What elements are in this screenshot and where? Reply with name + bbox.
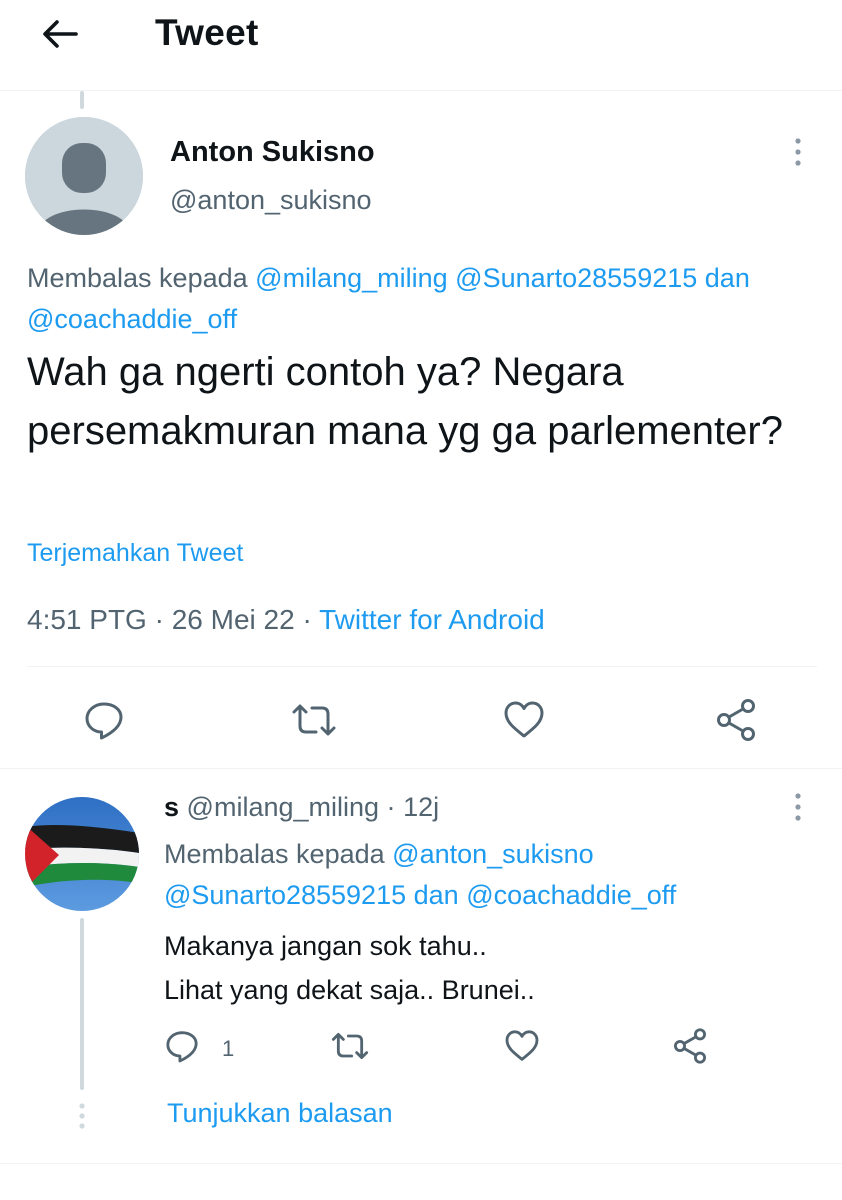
thread-dots: [78, 1102, 86, 1132]
tweet-date: 26 Mei 22: [171, 604, 295, 635]
more-vertical-icon: [795, 138, 801, 166]
like-button[interactable]: [500, 696, 548, 744]
retweet-icon: [292, 704, 336, 736]
share-icon: [717, 699, 755, 741]
meta-separator: ·: [154, 604, 164, 635]
reply-like-button[interactable]: [502, 1026, 542, 1066]
translate-tweet-link[interactable]: Terjemahkan Tweet: [27, 539, 243, 568]
more-vertical-icon: [795, 793, 801, 821]
mention-link[interactable]: @Sunarto28559215: [164, 880, 406, 910]
like-icon: [504, 701, 544, 738]
page-title: Tweet: [155, 12, 259, 53]
reply-author-avatar[interactable]: [25, 797, 139, 911]
mention-link[interactable]: @Sunarto28559215: [455, 263, 697, 293]
tweet-divider: [0, 768, 842, 769]
reply-share-button[interactable]: [670, 1026, 710, 1066]
author-display-name[interactable]: Anton Sukisno: [170, 136, 375, 169]
back-button[interactable]: [40, 14, 80, 54]
tweet-time: 4:51 PTG: [27, 604, 147, 635]
header-divider: [0, 90, 842, 91]
mention-link[interactable]: @coachaddie_off: [27, 304, 237, 334]
replying-to-label: Membalas kepada: [164, 839, 385, 869]
reply-icon: [166, 1031, 198, 1063]
reply-button[interactable]: [80, 696, 128, 744]
retweet-icon: [331, 1032, 369, 1060]
author-avatar[interactable]: [25, 117, 143, 235]
reply-icon: [85, 702, 123, 740]
reply-replying-to: Membalas kepada @anton_sukisno @Sunarto2…: [164, 834, 814, 916]
tweet-text: Wah ga ngerti contoh ya? Negara persemak…: [27, 350, 783, 453]
palestine-flag-avatar: [25, 797, 139, 911]
thread-connector-top: [80, 91, 84, 109]
bottom-divider: [0, 1163, 842, 1164]
mention-link[interactable]: @anton_sukisno: [392, 839, 594, 869]
reply-retweet-button[interactable]: [330, 1026, 370, 1066]
tweet-metadata: 4:51 PTG · 26 Mei 22 · Twitter for Andro…: [27, 604, 545, 636]
replying-to-label: Membalas kepada: [27, 263, 248, 293]
reply-reply-button[interactable]: [162, 1026, 202, 1066]
thread-dots-icon: [79, 1103, 85, 1129]
mention-conjunction: dan: [704, 263, 750, 293]
mention-link[interactable]: @coachaddie_off: [466, 880, 676, 910]
default-avatar-icon: [25, 117, 143, 235]
retweet-button[interactable]: [290, 696, 338, 744]
top-bar: Tweet: [0, 0, 842, 90]
reply-text-line: Makanya jangan sok tahu..: [164, 931, 487, 961]
like-icon: [505, 1030, 539, 1061]
replying-to: Membalas kepada @milang_miling @Sunarto2…: [27, 258, 827, 340]
thread-line: [80, 918, 84, 1090]
reply-tweet-text: Makanya jangan sok tahu.. Lihat yang dek…: [164, 924, 814, 1012]
reply-author-name[interactable]: s: [164, 792, 179, 822]
arrow-left-icon: [43, 20, 78, 48]
reply-header: s @milang_miling · 12j: [164, 792, 439, 823]
share-button[interactable]: [712, 696, 760, 744]
share-icon: [674, 1028, 706, 1064]
reply-text-line: Lihat yang dekat saja.. Brunei..: [164, 975, 535, 1005]
author-handle[interactable]: @anton_sukisno: [170, 185, 372, 216]
meta-separator: ·: [386, 792, 396, 822]
more-options-button[interactable]: [786, 135, 810, 171]
tweet-source-link[interactable]: Twitter for Android: [319, 604, 545, 635]
reply-count: 1: [222, 1036, 235, 1061]
mention-conjunction: dan: [413, 880, 459, 910]
actions-divider: [27, 666, 817, 667]
reply-author-handle[interactable]: @milang_miling: [187, 792, 379, 822]
reply-more-options-button[interactable]: [786, 790, 810, 826]
meta-separator: ·: [302, 604, 312, 635]
show-replies-link[interactable]: Tunjukkan balasan: [167, 1098, 393, 1129]
reply-age[interactable]: 12j: [403, 792, 439, 822]
mention-link[interactable]: @milang_miling: [255, 263, 447, 293]
